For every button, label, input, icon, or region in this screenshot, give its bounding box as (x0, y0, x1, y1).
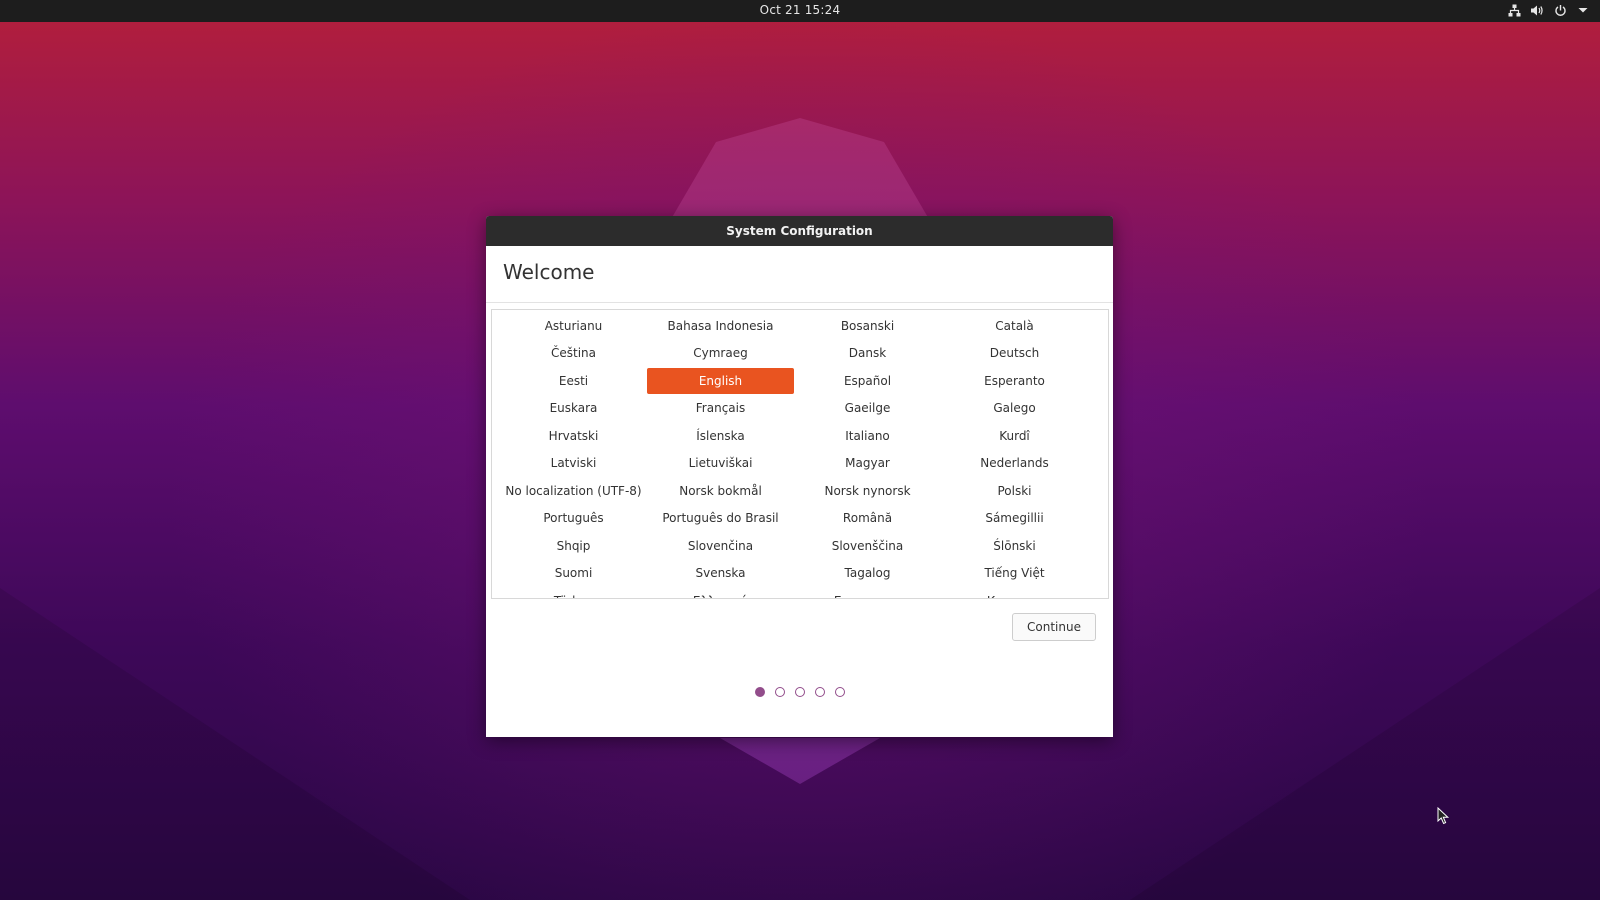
power-icon[interactable] (1553, 3, 1567, 17)
language-item[interactable]: Lietuviškai (647, 451, 794, 477)
language-item[interactable]: Italiano (794, 423, 941, 449)
language-item[interactable]: Norsk nynorsk (794, 478, 941, 504)
top-bar: Oct 21 15:24 (0, 0, 1600, 22)
language-item[interactable]: Euskara (500, 396, 647, 422)
network-icon[interactable] (1507, 3, 1521, 17)
language-item[interactable]: Esperanto (941, 368, 1088, 394)
page-dot (754, 687, 765, 697)
dialog-title: System Configuration (486, 216, 1113, 246)
language-item[interactable]: Deutsch (941, 341, 1088, 367)
language-grid: Asturianu Bahasa Indonesia Bosanski Català Č… (500, 312, 1088, 598)
language-item[interactable]: Ελληνικά (647, 588, 794, 598)
mouse-cursor-icon (1437, 806, 1451, 825)
language-item[interactable]: Français (647, 396, 794, 422)
page-heading: Welcome (503, 260, 595, 284)
language-list[interactable]: Asturianu Bahasa Indonesia Bosanski Català Č… (491, 309, 1109, 599)
wallpaper-facet-bottom (720, 738, 880, 784)
wallpaper-facet-left (0, 588, 470, 900)
header-divider (486, 302, 1113, 303)
language-item[interactable]: Čeština (500, 341, 647, 367)
language-item[interactable]: Norsk bokmål (647, 478, 794, 504)
page-dot (834, 687, 845, 697)
language-item[interactable]: Eesti (500, 368, 647, 394)
language-item[interactable]: Português (500, 506, 647, 532)
language-item[interactable]: Català (941, 313, 1088, 339)
language-item[interactable]: Bosanski (794, 313, 941, 339)
clock[interactable]: Oct 21 15:24 (760, 3, 841, 17)
language-item[interactable]: Slovenčina (647, 533, 794, 559)
page-dot (774, 687, 785, 697)
language-item[interactable]: Shqip (500, 533, 647, 559)
menu-arrow-icon[interactable] (1576, 3, 1590, 17)
page-indicator (486, 687, 1113, 697)
language-item[interactable]: Nederlands (941, 451, 1088, 477)
language-item[interactable]: Latviski (500, 451, 647, 477)
language-item[interactable]: No localization (UTF-8) (500, 478, 647, 504)
page-dot (794, 687, 805, 697)
page-dot (814, 687, 825, 697)
language-item[interactable]: Asturianu (500, 313, 647, 339)
language-item[interactable]: Magyar (794, 451, 941, 477)
language-item[interactable]: Български (794, 588, 941, 598)
language-item[interactable]: Ślōnski (941, 533, 1088, 559)
language-item[interactable]: English (647, 368, 794, 394)
language-item[interactable]: Română (794, 506, 941, 532)
language-item[interactable]: Español (794, 368, 941, 394)
language-item[interactable]: Svenska (647, 561, 794, 587)
language-item[interactable]: Slovenščina (794, 533, 941, 559)
wallpaper-facet-right (1130, 588, 1600, 900)
language-item[interactable]: Galego (941, 396, 1088, 422)
volume-icon[interactable] (1530, 3, 1544, 17)
language-item[interactable]: Tagalog (794, 561, 941, 587)
language-item[interactable]: Kurdî (941, 423, 1088, 449)
language-item[interactable]: Sámegillii (941, 506, 1088, 532)
language-item[interactable]: Português do Brasil (647, 506, 794, 532)
language-item[interactable]: Қазақша (941, 588, 1088, 598)
system-tray[interactable] (1507, 3, 1590, 17)
language-item[interactable]: Hrvatski (500, 423, 647, 449)
language-item[interactable]: Gaeilge (794, 396, 941, 422)
continue-button[interactable]: Continue (1012, 613, 1096, 641)
system-configuration-dialog: System Configuration Welcome Asturianu Ba… (486, 216, 1113, 737)
language-item[interactable]: Íslenska (647, 423, 794, 449)
language-item[interactable]: Polski (941, 478, 1088, 504)
language-item[interactable]: Cymraeg (647, 341, 794, 367)
language-item[interactable]: Bahasa Indonesia (647, 313, 794, 339)
language-item[interactable]: Dansk (794, 341, 941, 367)
language-item[interactable]: Suomi (500, 561, 647, 587)
language-item[interactable]: Türkçe (500, 588, 647, 598)
language-item[interactable]: Tiếng Việt (941, 561, 1088, 587)
